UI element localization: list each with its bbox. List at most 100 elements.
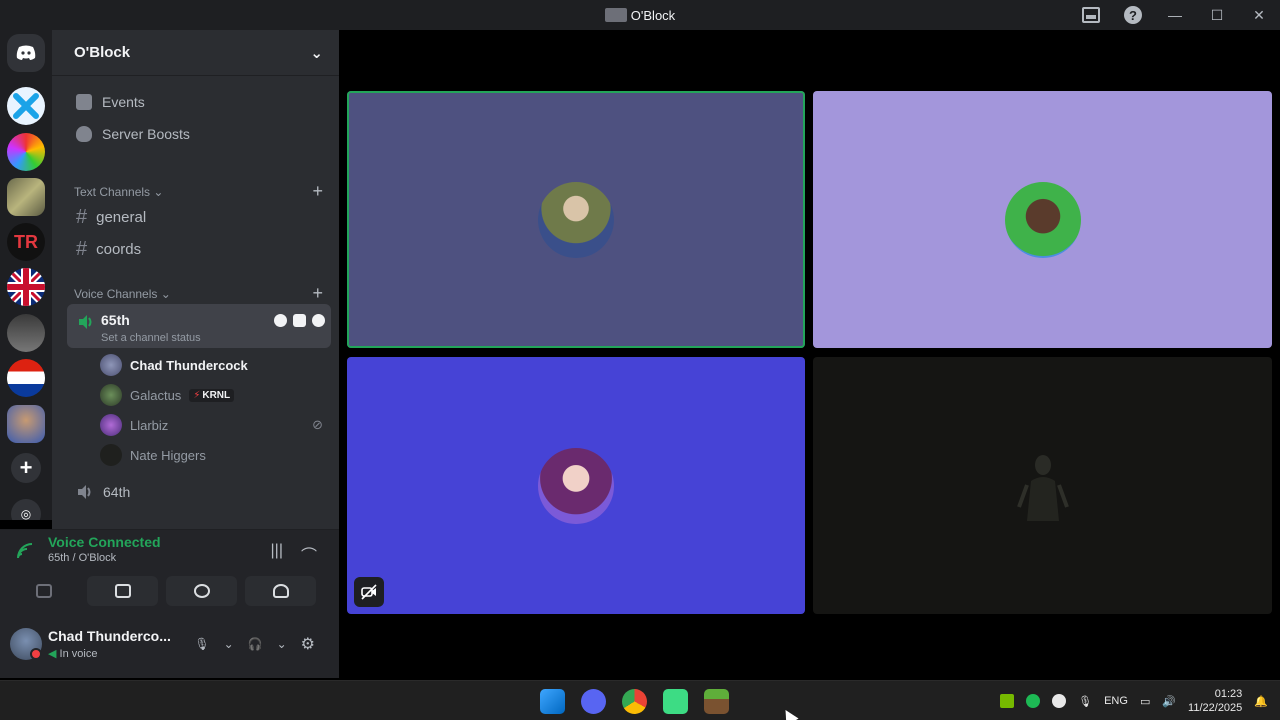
server-boosts-item[interactable]: Server Boosts bbox=[76, 126, 190, 142]
speaker-icon bbox=[79, 315, 92, 329]
microphone-icon[interactable]: 🎙 bbox=[1078, 695, 1092, 708]
minimize-button[interactable]: — bbox=[1154, 0, 1196, 30]
server-icon-3[interactable] bbox=[7, 178, 45, 216]
server-name: O'Block bbox=[74, 44, 131, 61]
discord-window: O'Block ? — ☐ ✕ TR + ◎ O'Block ⌄ Events … bbox=[0, 0, 1280, 720]
user-status-label: In voice bbox=[59, 648, 98, 660]
chevron-down-icon[interactable]: ⌄ bbox=[277, 637, 287, 651]
camera-off-icon bbox=[35, 584, 52, 598]
language-indicator[interactable]: ENG bbox=[1104, 695, 1128, 707]
app-icon[interactable] bbox=[663, 689, 688, 714]
server-mini-icon bbox=[604, 8, 627, 22]
close-button[interactable]: ✕ bbox=[1238, 0, 1280, 30]
camera-button[interactable] bbox=[8, 576, 79, 606]
chat-icon[interactable] bbox=[274, 314, 287, 327]
activities-button[interactable] bbox=[166, 576, 237, 606]
voice-channels-category[interactable]: Voice Channels ⌄ + bbox=[74, 283, 323, 304]
discord-app-icon[interactable] bbox=[581, 689, 606, 714]
soundboard-wave-icon[interactable]: ||| bbox=[271, 542, 283, 566]
voice-location-server: / O'Block bbox=[72, 552, 117, 564]
channel-coords[interactable]: # coords bbox=[76, 238, 141, 261]
server-icon-5[interactable] bbox=[7, 268, 45, 306]
voice-panel-actions: ||| ⌒ bbox=[271, 542, 317, 566]
speaker-icon bbox=[78, 485, 91, 499]
soundboard-button[interactable] bbox=[245, 576, 316, 606]
voice-channel-64th[interactable]: 64th bbox=[76, 483, 130, 501]
video-tile[interactable] bbox=[813, 91, 1272, 348]
maximize-button[interactable]: ☐ bbox=[1196, 0, 1238, 30]
add-voice-channel-icon[interactable]: + bbox=[312, 283, 323, 304]
clock-time: 01:23 bbox=[1214, 688, 1243, 700]
voice-channel-name: 65th bbox=[101, 312, 130, 328]
clock[interactable]: 01:23 11/22/2025 bbox=[1188, 687, 1242, 715]
gear-icon[interactable] bbox=[312, 314, 325, 327]
system-tray: 🎙 ENG ▭ 🔊 01:23 11/22/2025 🔔 bbox=[1000, 681, 1268, 720]
channel-status-label[interactable]: Set a channel status bbox=[101, 332, 201, 344]
invite-icon[interactable] bbox=[293, 314, 306, 327]
screenshare-button[interactable] bbox=[87, 576, 158, 606]
server-header[interactable]: O'Block ⌄ bbox=[52, 30, 339, 76]
disconnect-icon[interactable]: ⌒ bbox=[301, 542, 317, 566]
microphone-icon[interactable]: 🎙 bbox=[194, 637, 209, 651]
chevron-down-icon[interactable]: ⌄ bbox=[224, 637, 234, 651]
g-icon[interactable] bbox=[1052, 694, 1067, 708]
server-icon-4[interactable]: TR bbox=[7, 223, 45, 261]
camera-off-icon: ⊘ bbox=[312, 417, 323, 432]
voice-location[interactable]: 65th / O'Block bbox=[48, 552, 116, 564]
voice-category-label: Voice Channels bbox=[74, 286, 158, 301]
chevron-down-icon: ⌄ bbox=[310, 44, 323, 62]
screenshare-icon bbox=[114, 584, 131, 598]
window-title-text: O'Block bbox=[630, 7, 676, 23]
server-boosts-label: Server Boosts bbox=[102, 126, 190, 142]
member-name: Llarbiz bbox=[130, 417, 169, 433]
signal-icon[interactable] bbox=[16, 542, 34, 560]
voice-member[interactable]: Nate Higgers bbox=[100, 444, 206, 466]
channel-general[interactable]: # general bbox=[76, 206, 146, 229]
title-bar: O'Block ? — ☐ ✕ bbox=[0, 0, 1280, 30]
krnl-badge: ⚡ KRNL bbox=[189, 388, 235, 402]
member-name: Galactus bbox=[130, 387, 182, 403]
server-icon-8[interactable] bbox=[7, 405, 45, 443]
discover-button[interactable]: ◎ bbox=[11, 499, 41, 520]
notification-icon[interactable]: 🔔 bbox=[1254, 695, 1268, 708]
text-channels-category[interactable]: Text Channels ⌄ + bbox=[74, 181, 323, 202]
help-button[interactable]: ? bbox=[1112, 0, 1154, 30]
clock-date: 11/22/2025 bbox=[1188, 702, 1243, 714]
add-text-channel-icon[interactable]: + bbox=[312, 181, 323, 202]
camera-off-button[interactable] bbox=[354, 577, 384, 607]
badge-label: KRNL bbox=[202, 389, 231, 401]
voice-member[interactable]: Galactus ⚡ KRNL bbox=[100, 384, 235, 406]
volume-icon[interactable]: 🔊 bbox=[1162, 695, 1176, 708]
voice-member[interactable]: Llarbiz ⊘ bbox=[100, 414, 323, 436]
user-name[interactable]: Chad Thunderco... bbox=[48, 628, 171, 644]
video-tile[interactable] bbox=[347, 357, 805, 614]
home-button[interactable] bbox=[7, 34, 45, 72]
server-icon-7[interactable] bbox=[7, 359, 45, 397]
hash-icon: # bbox=[76, 238, 88, 260]
user-status: ◀ In voice bbox=[48, 647, 97, 660]
server-icon-2[interactable] bbox=[7, 133, 45, 171]
start-icon[interactable] bbox=[540, 689, 565, 714]
voice-connected-label[interactable]: Voice Connected bbox=[48, 534, 161, 550]
video-tile[interactable] bbox=[813, 357, 1272, 614]
add-server-button[interactable]: + bbox=[11, 453, 41, 483]
headphones-icon[interactable]: 🎧 bbox=[248, 637, 263, 651]
avatar bbox=[100, 444, 122, 466]
events-item[interactable]: Events bbox=[76, 94, 145, 110]
inbox-button[interactable] bbox=[1070, 0, 1112, 30]
minecraft-app-icon[interactable] bbox=[704, 689, 729, 714]
network-icon[interactable]: ▭ bbox=[1140, 695, 1150, 708]
voice-member[interactable]: Chad Thundercock bbox=[100, 354, 248, 376]
user-panel: Chad Thunderco... ◀ In voice 🎙 ⌄ 🎧 ⌄ ⚙ bbox=[0, 618, 339, 678]
hash-icon: # bbox=[76, 206, 88, 228]
gear-icon[interactable]: ⚙ bbox=[301, 634, 315, 654]
voice-stage bbox=[339, 30, 1280, 678]
spotify-icon[interactable] bbox=[1026, 694, 1041, 708]
server-icon-6[interactable] bbox=[7, 314, 45, 352]
nvidia-icon[interactable] bbox=[1000, 694, 1015, 708]
voice-channel-active[interactable]: 65th Set a channel status bbox=[67, 304, 331, 348]
video-tile[interactable] bbox=[347, 91, 805, 348]
server-icon-1[interactable] bbox=[7, 87, 45, 125]
windows-taskbar: 🎙 ENG ▭ 🔊 01:23 11/22/2025 🔔 bbox=[0, 680, 1280, 720]
chrome-app-icon[interactable] bbox=[622, 689, 647, 714]
